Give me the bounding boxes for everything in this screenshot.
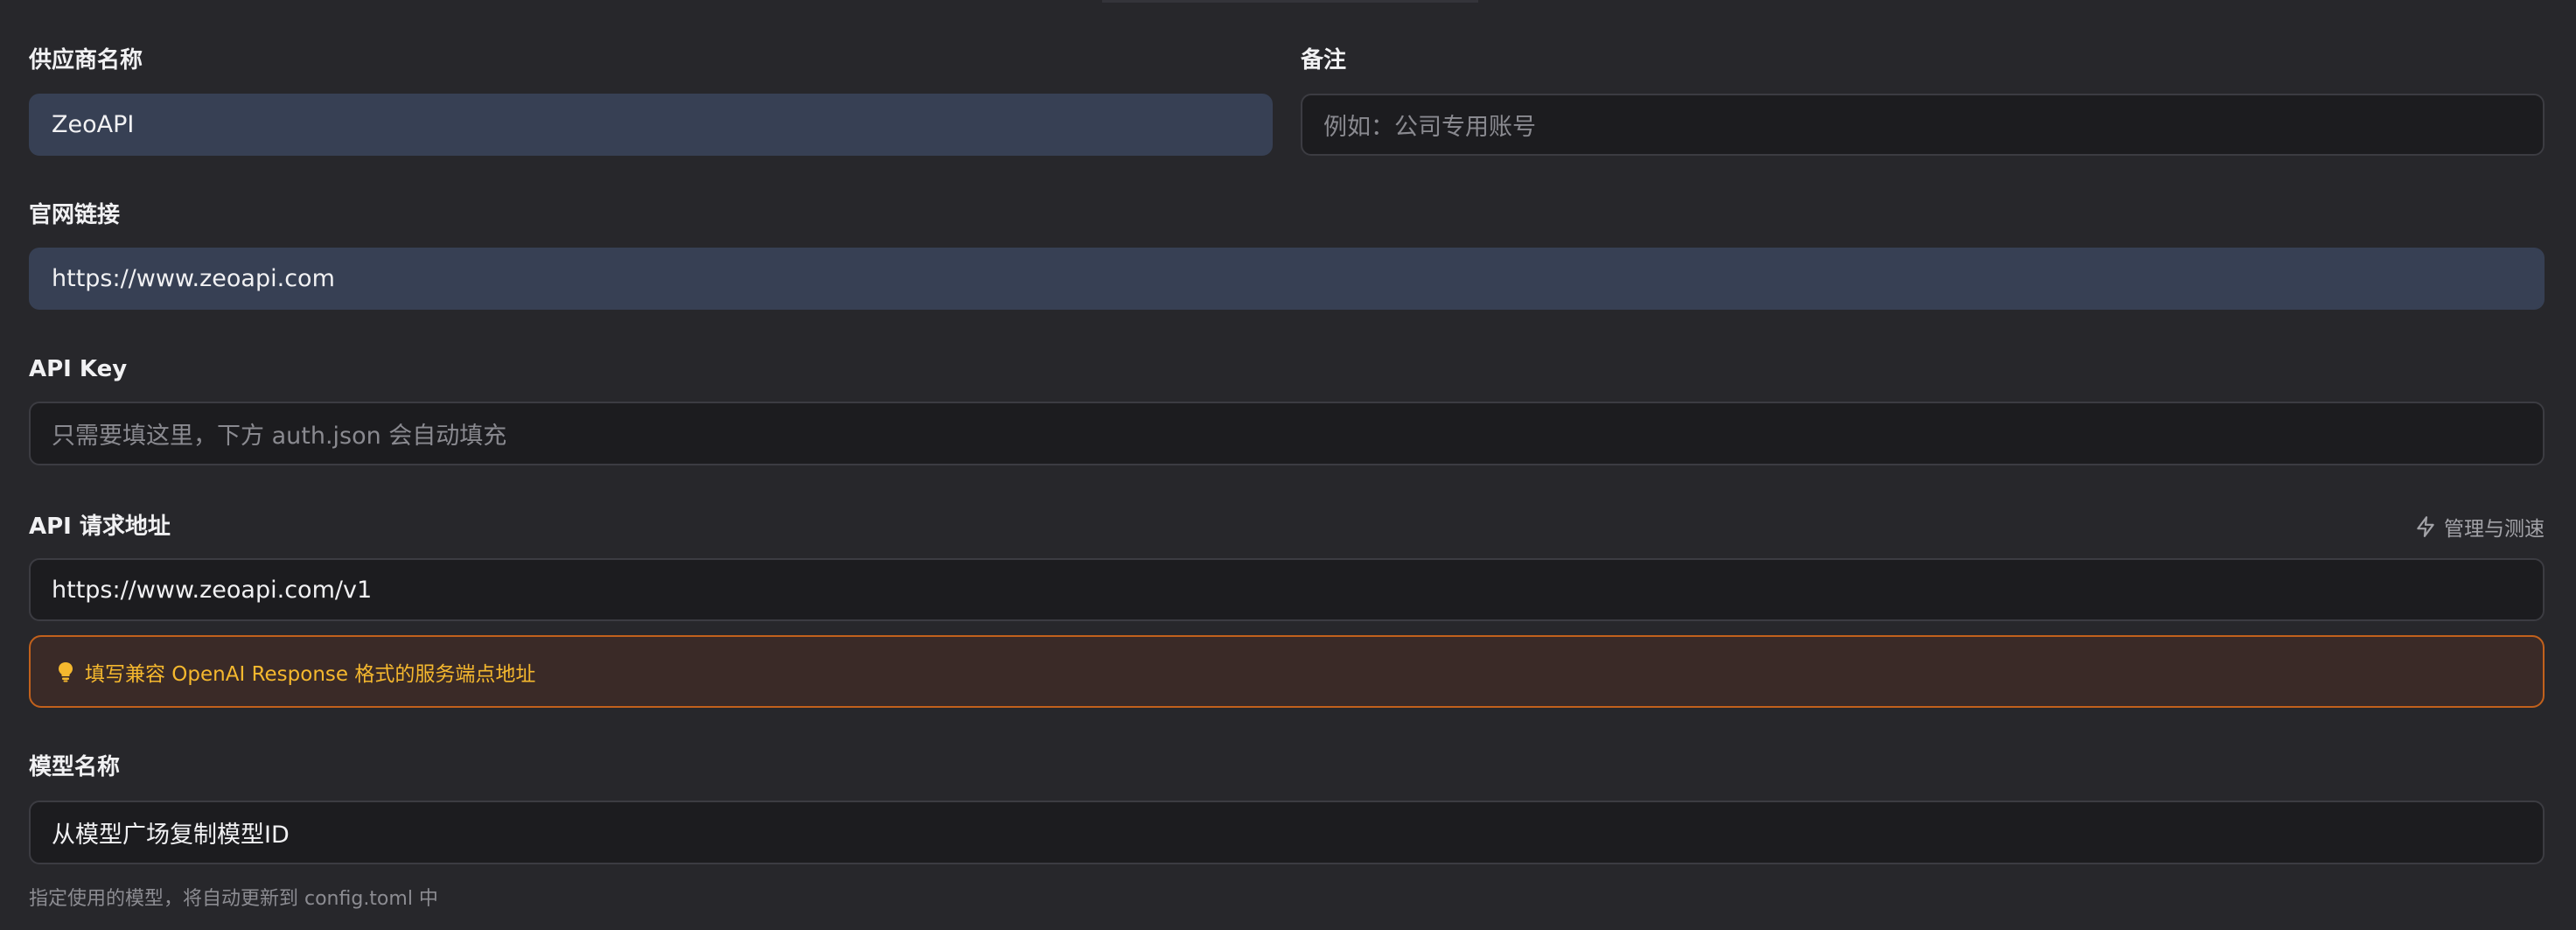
- provider-name-label: 供应商名称: [29, 47, 143, 73]
- api-endpoint-label: API 请求地址: [29, 514, 171, 540]
- provider-name-input[interactable]: ZeoAPI: [29, 94, 1273, 156]
- provider-name-value: ZeoAPI: [52, 111, 135, 138]
- lightning-icon: [2414, 515, 2437, 538]
- model-name-value: 从模型广场复制模型ID: [52, 822, 290, 849]
- website-input[interactable]: https://www.zeoapi.com: [29, 248, 2545, 310]
- api-endpoint-hint: 填写兼容 OpenAI Response 格式的服务端点地址: [29, 635, 2545, 708]
- manage-and-speedtest-button[interactable]: 管理与测速: [2414, 513, 2545, 541]
- model-name-input[interactable]: 从模型广场复制模型ID: [29, 801, 2545, 864]
- model-name-helper-text: 指定使用的模型，将自动更新到 config.toml 中: [29, 888, 438, 910]
- api-key-input[interactable]: 只需要填这里，下方 auth.json 会自动填充: [29, 402, 2545, 465]
- api-key-placeholder: 只需要填这里，下方 auth.json 会自动填充: [52, 423, 507, 450]
- model-name-label: 模型名称: [29, 754, 121, 780]
- website-value: https://www.zeoapi.com: [52, 265, 335, 292]
- manage-and-speedtest-label: 管理与测速: [2444, 518, 2545, 541]
- api-endpoint-value: https://www.zeoapi.com/v1: [52, 576, 373, 604]
- api-endpoint-hint-text: 填写兼容 OpenAI Response 格式的服务端点地址: [85, 662, 536, 686]
- website-label: 官网链接: [29, 202, 121, 228]
- notes-input[interactable]: 例如：公司专用账号: [1301, 94, 2545, 156]
- notes-placeholder: 例如：公司专用账号: [1323, 114, 1536, 141]
- notes-label: 备注: [1301, 47, 1347, 73]
- api-endpoint-input[interactable]: https://www.zeoapi.com/v1: [29, 558, 2545, 621]
- top-edge-divider: [1102, 0, 1478, 3]
- lightbulb-icon: [57, 661, 74, 682]
- api-key-label: API Key: [29, 356, 128, 382]
